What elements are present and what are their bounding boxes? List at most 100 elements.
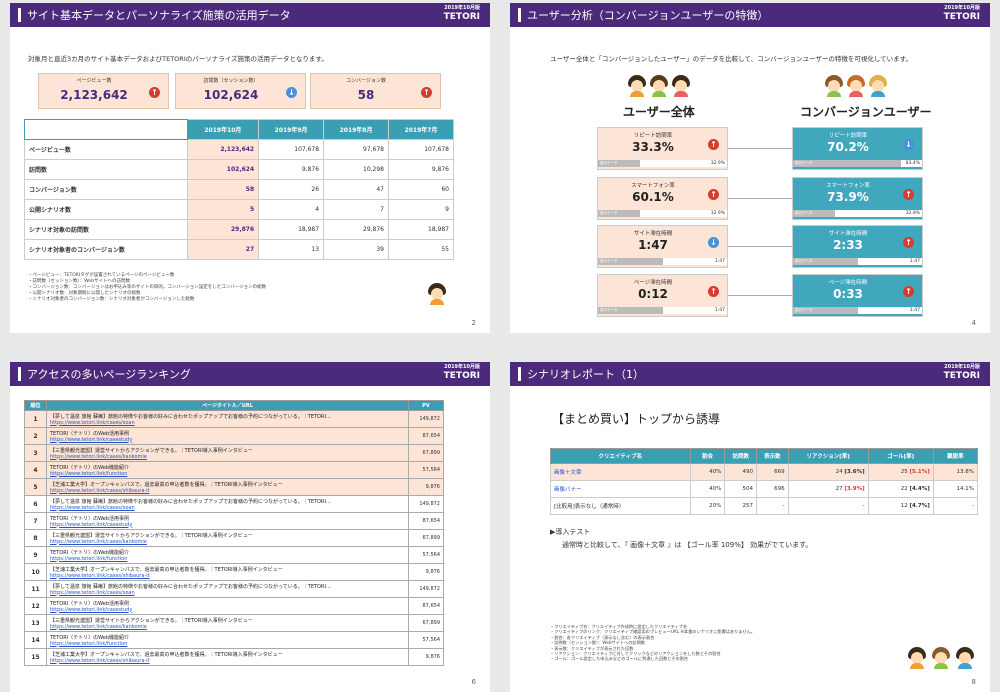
rank: 15 — [24, 648, 47, 666]
prev-bar: 前月データ 1:47 — [793, 258, 922, 265]
rank: 12 — [24, 597, 47, 615]
metric-label: ページ滞在時間 — [633, 280, 673, 286]
arrow-up-icon: ↑ — [708, 139, 719, 150]
pv: 9,876 — [408, 563, 444, 581]
pv: 57,564 — [408, 546, 444, 564]
table-row: 9 TETORI（テトリ）のWeb機能紹介 https://www.tetori.l… — [24, 546, 444, 564]
cell: 7 — [323, 199, 389, 220]
table-row: 2 TETORI（テトリ）のWeb活用事例 https://www.tetori.l… — [24, 427, 444, 445]
page-number: 8 — [971, 678, 976, 686]
metric-value: 33.3% — [632, 140, 674, 154]
page-url-link[interactable]: https://www.tetori.link/cases/shibaura-i… — [50, 658, 405, 664]
scenario-heading: 【まとめ買い】トップから誘導 — [552, 412, 721, 426]
page-url-link[interactable]: https://www.tetori.link/function — [50, 556, 405, 562]
arrow-up-icon: ↑ — [421, 87, 432, 98]
page-cell: 【芝浦工業大学】オープンキャンパスで、過去最高の申込者数を獲得。｜TETORI導… — [46, 648, 409, 666]
site-data-table: 2019年10月 2019年9月 2019年8月 2019年7月 ページビュー数 2,1… — [24, 119, 454, 260]
table-header: ゴール[率] — [867, 448, 934, 464]
connector-line — [728, 246, 792, 247]
table-row: 画像バナー 40% 504 696 27 [3.9%] 22 [4.4%] 14.1% — [550, 480, 979, 498]
cell-current: 5 — [186, 199, 260, 220]
page-url-link[interactable]: https://www.tetori.link/casestudy — [50, 522, 405, 528]
page-title: TETORI（テトリ）のWeb活用事例 — [50, 430, 130, 437]
cell: 10,298 — [323, 159, 389, 180]
cell: 27 [3.9%] — [787, 480, 869, 498]
arrow-up-icon: ↑ — [903, 189, 914, 200]
cell: 107,678 — [258, 139, 325, 160]
row-label: シナリオ対象者のコンバージョン数 — [24, 239, 188, 260]
table-row: コンバージョン数 58 26 47 60 — [24, 179, 454, 200]
prev-value: 83.4% — [905, 161, 920, 166]
avatar-illustration — [932, 647, 950, 669]
page-url-link[interactable]: https://www.tetori.link/cases/shibaura-i… — [50, 488, 405, 494]
row-label: 公開シナリオ数 — [24, 199, 188, 220]
cell-current: 102,624 — [186, 159, 260, 180]
table-row: 8 【三重県観光連盟】運営サイトからアクションができる。｜TETORI導入事例イン… — [24, 529, 444, 547]
page-url-link[interactable]: https://www.tetori.link/cases/soan — [50, 590, 405, 596]
kpi-value: 102,624 — [203, 88, 259, 102]
creative-name: [比較用]表示なし（通常時） — [550, 497, 691, 515]
metric-value: 0:12 — [638, 287, 668, 301]
page-url-link[interactable]: https://www.tetori.link/function — [50, 471, 405, 477]
pv: 149,872 — [408, 495, 444, 513]
cell: 97,678 — [323, 139, 389, 160]
prev-value: 1:47 — [909, 308, 920, 313]
avatar-illustration — [672, 75, 690, 97]
cell: - — [787, 497, 869, 515]
page-url-link[interactable]: https://www.tetori.link/cases/kankomie — [50, 624, 405, 630]
table-row: 訪問数 102,624 9,876 10,298 9,876 — [24, 159, 454, 180]
note-line: ・ゴール：ゴール設定した申込みなどのゴールに到達した回数とその割合 — [550, 656, 689, 662]
test-result: 通常時と比較して、『 画像＋文章 』は 【ゴール率 109%】 効果がでています… — [562, 541, 813, 549]
cell-current: 29,876 — [186, 219, 260, 240]
table-row: 7 TETORI（テトリ）のWeb活用事例 https://www.tetori.l… — [24, 512, 444, 530]
metric-label: スマートフォン率 — [826, 183, 870, 189]
rank: 1 — [24, 410, 47, 428]
page-url-link[interactable]: https://www.tetori.link/cases/kankomie — [50, 539, 405, 545]
metric-label: スマートフォン率 — [631, 183, 675, 189]
prev-bar: 前月データ 1:47 — [793, 307, 922, 314]
prev-bar: 前月データ 1:47 — [598, 307, 727, 314]
row-label: ページビュー数 — [24, 139, 188, 160]
metric-value: 73.9% — [827, 190, 869, 204]
page-url-link[interactable]: https://www.tetori.link/casestudy — [50, 437, 405, 443]
table-header — [24, 119, 188, 140]
page-url-link[interactable]: https://www.tetori.link/casestudy — [50, 607, 405, 613]
cell: 13.8% — [932, 463, 979, 481]
table-row: 4 TETORI（テトリ）のWeb機能紹介 https://www.tetori.l… — [24, 461, 444, 479]
cell: 29,876 — [323, 219, 389, 240]
cell: 696 — [756, 480, 789, 498]
avatar-illustration — [428, 283, 446, 305]
slide-title: アクセスの多いページランキング — [27, 368, 191, 381]
creative-link[interactable]: 画像バナー — [550, 480, 691, 498]
cell: 24 [3.6%] — [787, 463, 869, 481]
metric-box-cv: リピート訪問率 70.2% ↓ 前月データ 83.4% — [792, 127, 923, 170]
table-row: 公開シナリオ数 5 4 7 9 — [24, 199, 454, 220]
connector-line — [728, 295, 792, 296]
slide-page-ranking: アクセスの多いページランキング 2019年10月版 TETORI 順位 ページタイトル… — [10, 362, 490, 692]
slide-title: サイト基本データとパーソナライズ施策の活用データ — [27, 9, 291, 22]
prev-label: 前月データ — [600, 308, 618, 312]
page-url-link[interactable]: https://www.tetori.link/cases/soan — [50, 505, 405, 511]
creative-link[interactable]: 画像＋文章 — [550, 463, 691, 481]
page-url-link[interactable]: https://www.tetori.link/cases/kankomie — [50, 454, 405, 460]
rank: 8 — [24, 529, 47, 547]
table-row: ページビュー数 2,123,642 107,678 97,678 107,678 — [24, 139, 454, 160]
avatar-illustration — [956, 647, 974, 669]
page-cell: TETORI（テトリ）のWeb活用事例 https://www.tetori.li… — [46, 597, 409, 615]
goal-rate: [4.7%] — [909, 503, 930, 509]
reaction-rate: [3.6%] — [844, 469, 865, 475]
cell-current: 27 — [186, 239, 260, 260]
cell-current: 58 — [186, 179, 260, 200]
cell: 669 — [756, 463, 789, 481]
page-title: 【夢して温泉 旅館 蘇庵】旅館の特徴やお客様の好みに合わせたポップアップでお客様… — [50, 583, 331, 590]
ranking-table: 順位 ページタイトル／URL PV 1 【夢して温泉 旅館 蘇庵】旅館の特徴やお客様の… — [24, 400, 444, 666]
page-title: 【芝浦工業大学】オープンキャンパスで、過去最高の申込者数を獲得。｜TETORI導… — [50, 651, 283, 658]
rank: 11 — [24, 580, 47, 598]
page-url-link[interactable]: https://www.tetori.link/cases/shibaura-i… — [50, 573, 405, 579]
cell: 107,678 — [388, 139, 454, 160]
metric-label: サイト滞在時間 — [633, 231, 673, 237]
page-url-link[interactable]: https://www.tetori.link/cases/soan — [50, 420, 405, 426]
page-url-link[interactable]: https://www.tetori.link/function — [50, 641, 405, 647]
metric-value: 1:47 — [638, 238, 668, 252]
reaction-count: 24 — [835, 469, 843, 475]
